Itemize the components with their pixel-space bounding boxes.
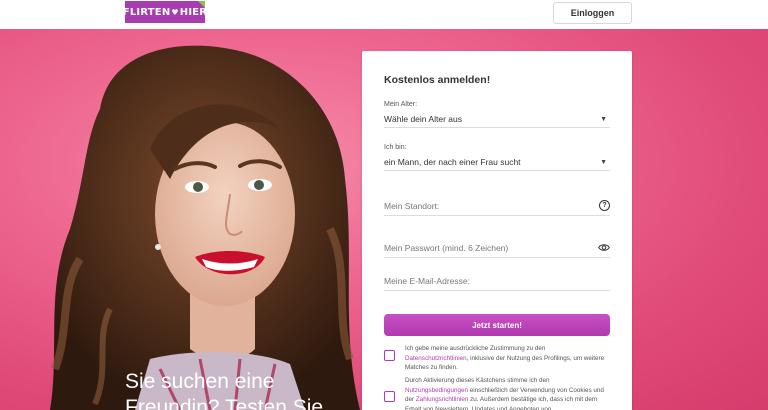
start-button[interactable]: Jetzt starten! <box>384 314 610 336</box>
password-field <box>384 238 610 258</box>
location-input[interactable] <box>384 200 584 211</box>
payment-policy-link[interactable]: Zahlungsrichtlinien <box>416 396 469 403</box>
chevron-down-icon: ▼ <box>600 115 607 123</box>
terms-consent: Durch Aktivierung dieses Kästchens stimm… <box>384 376 610 410</box>
age-select[interactable]: Wähle dein Alter aus ▼ <box>384 111 610 128</box>
heart-icon: ♥ <box>171 7 179 17</box>
gender-select-value: ein Mann, der nach einer Frau sucht <box>384 157 521 167</box>
privacy-consent: Ich gebe meine ausdrückliche Zustimmung … <box>384 344 610 373</box>
age-select-value: Wähle dein Alter aus <box>384 114 462 124</box>
top-header: FLIRTEN♥HIER Einloggen <box>0 0 768 29</box>
logo-text: FLIRTEN♥HIER <box>122 6 208 18</box>
woman-photo <box>50 45 360 410</box>
privacy-checkbox[interactable] <box>384 350 395 361</box>
registration-card: Kostenlos anmelden! Mein Alter: Wähle de… <box>362 51 632 410</box>
hero-section: Sie suchen eine Freundin? Testen Sie Kos… <box>0 29 768 410</box>
hero-headline: Sie suchen eine Freundin? Testen Sie <box>125 369 355 410</box>
email-input[interactable] <box>384 275 584 286</box>
terms-link[interactable]: Nutzungsbedingungen <box>405 387 468 394</box>
terms-checkbox[interactable] <box>384 391 395 402</box>
email-field <box>384 271 610 291</box>
help-icon[interactable]: ? <box>599 200 610 211</box>
age-label: Mein Alter: <box>384 101 418 108</box>
location-field: ? <box>384 196 610 216</box>
eye-icon[interactable] <box>598 243 610 252</box>
login-button[interactable]: Einloggen <box>553 2 632 24</box>
privacy-consent-text: Ich gebe meine ausdrückliche Zustimmung … <box>405 345 605 372</box>
flirtenhier-logo[interactable]: FLIRTEN♥HIER <box>122 1 208 23</box>
privacy-policy-link[interactable]: Datenschutzrichtlinien <box>405 355 467 362</box>
headline-line-2: Freundin? Testen Sie <box>125 396 324 410</box>
headline-line-1: Sie suchen eine <box>125 370 275 393</box>
terms-consent-text: Durch Aktivierung dieses Kästchens stimm… <box>405 377 604 410</box>
gender-label: Ich bin: <box>384 144 407 151</box>
logo-corner-accent <box>198 1 205 8</box>
form-title: Kostenlos anmelden! <box>384 74 491 86</box>
chevron-down-icon: ▼ <box>600 158 607 166</box>
gender-select[interactable]: ein Mann, der nach einer Frau sucht ▼ <box>384 154 610 171</box>
password-input[interactable] <box>384 242 584 253</box>
